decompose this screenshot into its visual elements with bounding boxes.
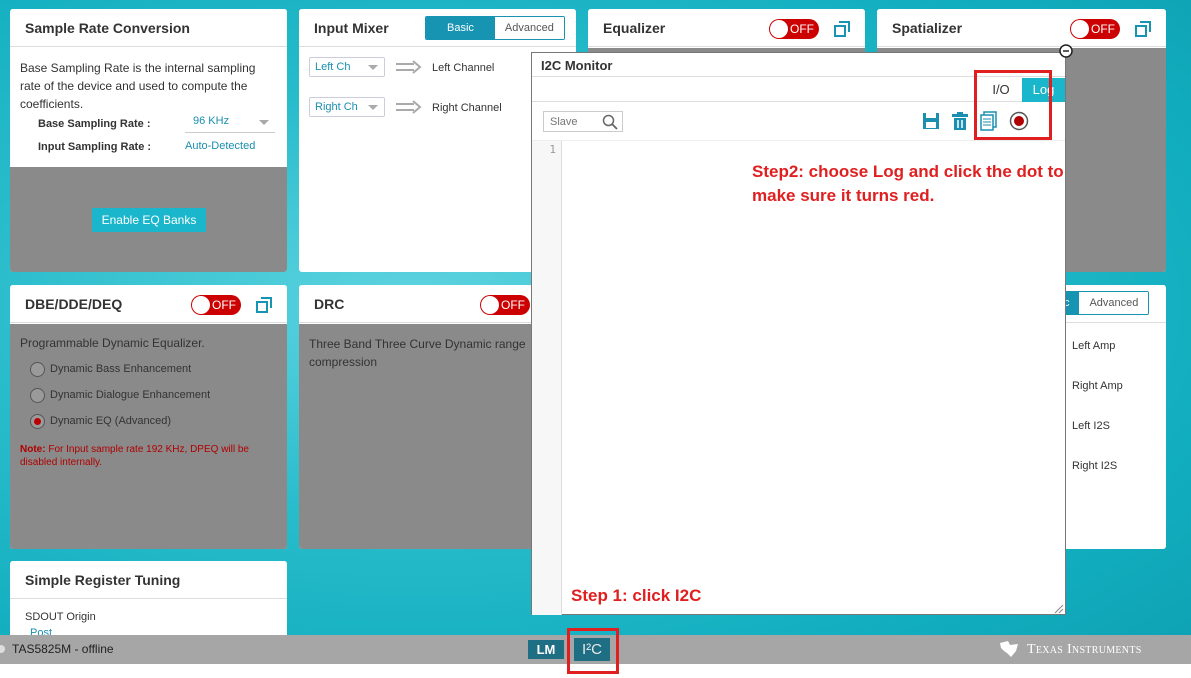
base-sampling-select[interactable]: 96 KHz xyxy=(185,113,275,133)
toggle-knob xyxy=(1071,20,1089,38)
tab-advanced[interactable]: Advanced xyxy=(1079,292,1149,314)
search-icon[interactable] xyxy=(602,114,618,130)
lm-button[interactable]: LM xyxy=(528,640,564,659)
status-dot-icon xyxy=(0,645,5,653)
base-sampling-label: Base Sampling Rate : xyxy=(38,118,151,130)
panel-header: DBE/DDE/DEQ OFF xyxy=(10,285,287,323)
toggle-text: OFF xyxy=(790,22,814,36)
popout-icon[interactable] xyxy=(833,20,851,38)
toggle-knob xyxy=(770,20,788,38)
left-channel-label: Left Channel xyxy=(432,62,495,74)
chevron-down-icon xyxy=(368,105,378,110)
panel-header: Simple Register Tuning xyxy=(10,561,287,599)
disabled-overlay xyxy=(10,324,287,549)
dbe-description: Programmable Dynamic Equalizer. xyxy=(20,336,205,350)
dbe-dde-deq-panel: DBE/DDE/DEQ OFF Programmable Dynamic Equ… xyxy=(10,285,287,549)
step2-annotation: Step2: choose Log and click the dot to m… xyxy=(752,162,1064,205)
panel-header: Spatializer OFF xyxy=(877,9,1166,47)
tab-basic[interactable]: Basic xyxy=(426,17,495,39)
dialog-title: I2C Monitor xyxy=(541,58,613,73)
tab-advanced[interactable]: Advanced xyxy=(494,17,564,39)
toggle-text: OFF xyxy=(501,298,525,312)
toggle-knob xyxy=(192,296,210,314)
input-sampling-value: Auto-Detected xyxy=(185,140,256,152)
panel-header: Sample Rate Conversion xyxy=(10,9,287,47)
radio-dynamic-eq[interactable] xyxy=(30,414,45,429)
trash-icon[interactable] xyxy=(951,112,969,130)
line-gutter: 1 xyxy=(532,141,562,615)
note-label: Note: xyxy=(20,444,46,455)
radio-dynamic-dialogue[interactable] xyxy=(30,388,45,403)
panel-title: Spatializer xyxy=(892,20,963,36)
chevron-down-icon xyxy=(368,65,378,70)
panel-title: DBE/DDE/DEQ xyxy=(25,296,123,312)
brand-name: Texas Instruments xyxy=(1027,642,1142,657)
save-icon[interactable] xyxy=(922,112,940,130)
right-ch-select[interactable]: Right Ch xyxy=(309,97,385,117)
base-sampling-value: 96 KHz xyxy=(193,115,230,127)
ti-logo-icon xyxy=(998,639,1020,659)
panel-header: Equalizer OFF xyxy=(588,9,865,47)
device-status: TAS5825M - offline xyxy=(12,642,114,656)
right-channel-label: Right Channel xyxy=(432,102,502,114)
highlight-i2c-button xyxy=(567,628,619,674)
radio-label: Dynamic EQ (Advanced) xyxy=(50,415,172,427)
drc-toggle[interactable]: OFF xyxy=(480,295,530,315)
output-item: Right Amp xyxy=(1072,380,1123,392)
close-icon[interactable] xyxy=(1059,44,1073,58)
highlight-log-tab xyxy=(974,70,1052,140)
arrow-right-icon xyxy=(396,100,424,114)
log-editor[interactable]: 1 xyxy=(532,140,1065,615)
spatializer-toggle[interactable]: OFF xyxy=(1070,19,1120,39)
popout-icon[interactable] xyxy=(1134,20,1152,38)
mixer-mode-tabs: Basic Advanced xyxy=(425,16,565,40)
dbe-toggle[interactable]: OFF xyxy=(191,295,241,315)
toggle-text: OFF xyxy=(212,298,236,312)
radio-label: Dynamic Dialogue Enhancement xyxy=(50,389,211,401)
slave-filter[interactable] xyxy=(543,111,623,132)
select-value: Left Ch xyxy=(315,61,351,73)
sdout-origin-label: SDOUT Origin xyxy=(25,611,96,623)
arrow-right-icon xyxy=(396,60,424,74)
drc-description: Three Band Three Curve Dynamic range com… xyxy=(309,337,526,369)
toggle-knob xyxy=(481,296,499,314)
output-item: Left I2S xyxy=(1072,420,1110,432)
radio-dynamic-bass[interactable] xyxy=(30,362,45,377)
panel-header: Input Mixer Basic Advanced xyxy=(299,9,576,47)
panel-title: Equalizer xyxy=(603,20,666,36)
simple-register-tuning-panel: Simple Register Tuning SDOUT Origin Post xyxy=(10,561,287,641)
chevron-down-icon xyxy=(259,120,269,125)
slave-input[interactable] xyxy=(544,112,600,131)
panel-title: DRC xyxy=(314,296,345,312)
equalizer-toggle[interactable]: OFF xyxy=(769,19,819,39)
left-ch-select[interactable]: Left Ch xyxy=(309,57,385,77)
sample-rate-conversion-panel: Sample Rate Conversion Base Sampling Rat… xyxy=(10,9,287,272)
resize-handle-icon[interactable] xyxy=(1054,603,1064,614)
output-item: Left Amp xyxy=(1072,340,1116,352)
step1-annotation: Step 1: click I2C xyxy=(571,586,702,605)
panel-title: Simple Register Tuning xyxy=(25,572,181,588)
select-value: Right Ch xyxy=(315,101,358,113)
output-item: Right I2S xyxy=(1072,460,1118,472)
panel-title: Input Mixer xyxy=(314,20,389,36)
dbe-note: Note: For Input sample rate 192 KHz, DPE… xyxy=(20,443,260,469)
input-sampling-label: Input Sampling Rate : xyxy=(38,141,152,153)
toggle-text: OFF xyxy=(1091,22,1115,36)
note-text: For Input sample rate 192 KHz, DPEQ will… xyxy=(20,444,249,468)
line-number: 1 xyxy=(549,143,556,156)
popout-icon[interactable] xyxy=(255,296,273,314)
src-description: Base Sampling Rate is the internal sampl… xyxy=(20,61,256,111)
enable-eq-banks-button[interactable]: Enable EQ Banks xyxy=(92,208,206,232)
panel-title: Sample Rate Conversion xyxy=(25,20,190,36)
radio-label: Dynamic Bass Enhancement xyxy=(50,363,192,375)
